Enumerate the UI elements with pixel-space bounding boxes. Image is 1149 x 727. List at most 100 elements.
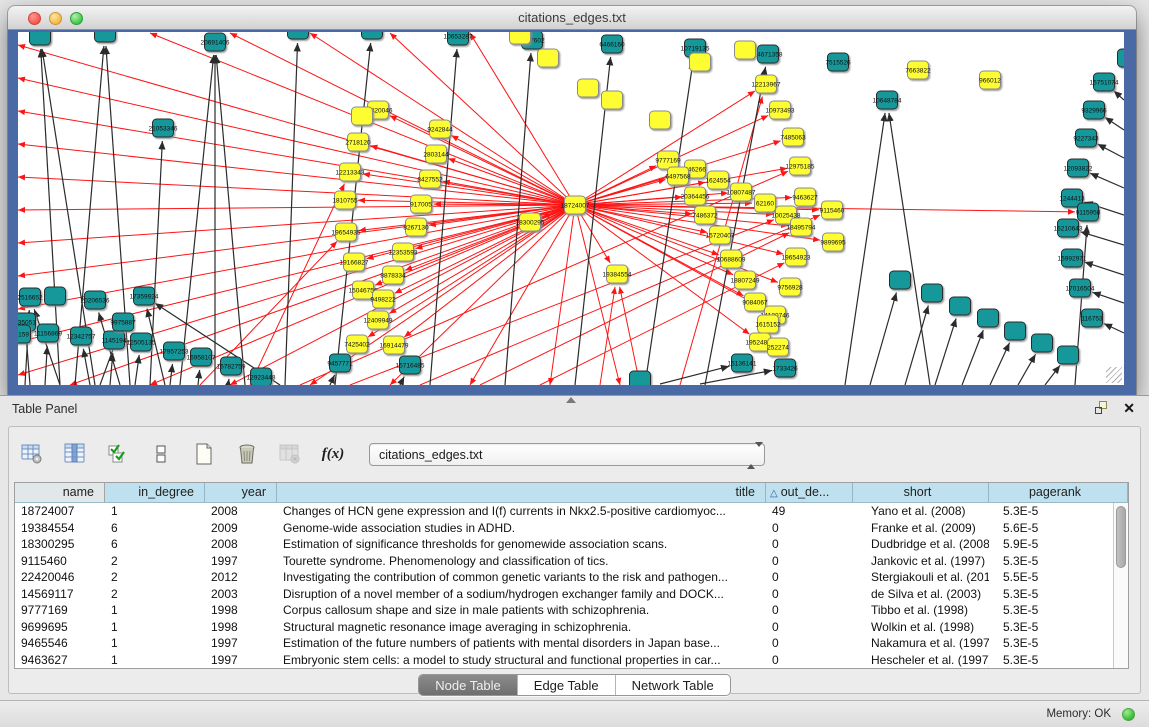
function-builder-icon[interactable]: f(x) <box>318 439 348 469</box>
graph-node[interactable] <box>1032 334 1053 352</box>
graph-node[interactable]: 7485063 <box>780 128 806 146</box>
table-cell[interactable]: 5.3E-5 <box>989 619 1113 636</box>
graph-node[interactable]: 9777169 <box>655 151 681 169</box>
table-row[interactable]: 969969511998Structural magnetic resonanc… <box>15 619 1113 636</box>
graph-node[interactable]: 7425402 <box>344 335 370 353</box>
table-cell[interactable]: 19384554 <box>15 520 105 537</box>
close-window-icon[interactable] <box>28 12 41 25</box>
table-cell[interactable]: 2 <box>105 569 205 586</box>
graph-node[interactable]: 6497568 <box>665 167 691 185</box>
column-header-short[interactable]: short <box>853 483 989 502</box>
table-cell[interactable]: 14569117 <box>15 586 105 603</box>
graph-edge[interactable] <box>889 113 930 385</box>
graph-node[interactable]: 9899695 <box>820 233 846 251</box>
table-row[interactable]: 1456911722003Disruption of a novel membe… <box>15 586 1113 603</box>
table-cell[interactable]: 5.3E-5 <box>989 553 1113 570</box>
graph-node[interactable]: 7486372 <box>692 206 718 224</box>
table-cell[interactable]: Tourette syndrome. Phenomenology and cla… <box>277 553 766 570</box>
table-cell[interactable]: de Silva et al. (2003) <box>853 586 989 603</box>
graph-node[interactable] <box>45 287 66 305</box>
vertical-scrollbar[interactable] <box>1113 503 1128 668</box>
graph-node[interactable]: 9115460 <box>820 201 845 219</box>
graph-node[interactable]: 16210643 <box>1054 219 1083 237</box>
new-column-icon[interactable] <box>189 439 219 469</box>
table-mode-icon[interactable] <box>17 439 47 469</box>
graph-node[interactable]: 12213967 <box>752 75 781 93</box>
graph-node[interactable]: 6466160 <box>599 35 625 53</box>
table-cell[interactable]: 1 <box>105 503 205 520</box>
table-cell[interactable]: 9115460 <box>15 553 105 570</box>
graph-node[interactable] <box>950 297 971 315</box>
graph-edge[interactable] <box>1104 324 1124 333</box>
graph-node[interactable]: 7515526 <box>825 53 851 71</box>
graph-node[interactable]: 10688609 <box>717 250 746 268</box>
table-cell[interactable]: 2008 <box>205 503 277 520</box>
table-row[interactable]: 946362711997Embryonic stem cells: a mode… <box>15 652 1113 669</box>
graph-edge[interactable] <box>845 113 885 385</box>
graph-edge[interactable] <box>198 370 200 385</box>
window-titlebar[interactable]: citations_edges.txt <box>8 6 1136 30</box>
table-cell[interactable]: Jankovic et al. (1997) <box>853 553 989 570</box>
graph-node[interactable] <box>288 32 309 39</box>
graph-node[interactable]: 16958107 <box>187 348 216 366</box>
table-cell[interactable]: 2012 <box>205 569 277 586</box>
graph-edge[interactable] <box>905 305 928 385</box>
graph-edge[interactable] <box>216 55 245 385</box>
table-cell[interactable]: Structural magnetic resonance image aver… <box>277 619 766 636</box>
graph-node[interactable] <box>630 371 651 385</box>
graph-node[interactable] <box>690 53 711 71</box>
table-cell[interactable]: 2 <box>105 553 205 570</box>
column-header-pagerank[interactable]: pagerank <box>989 483 1128 502</box>
graph-edge[interactable] <box>170 364 172 385</box>
table-cell[interactable]: 18300295 <box>15 536 105 553</box>
graph-node[interactable] <box>1005 322 1026 340</box>
table-cell[interactable]: 2 <box>105 586 205 603</box>
graph-edge[interactable] <box>230 210 565 385</box>
graph-node[interactable]: 12923448 <box>247 368 276 385</box>
table-cell[interactable]: Hescheler et al. (1997) <box>853 652 989 669</box>
graph-node[interactable]: 2803144 <box>423 145 449 163</box>
graph-node[interactable]: 12342757 <box>67 327 96 345</box>
graph-node[interactable]: 15992971 <box>1058 249 1087 267</box>
graph-node[interactable]: 2718120 <box>345 133 371 151</box>
graph-node[interactable]: 9463627 <box>792 188 818 206</box>
table-cell[interactable]: Nakamura et al. (1997) <box>853 635 989 652</box>
graph-edge[interactable] <box>600 287 615 385</box>
graph-node[interactable]: 12093822 <box>1064 159 1093 177</box>
table-cell[interactable]: 1997 <box>205 553 277 570</box>
graph-node[interactable]: 18300295 <box>516 213 545 231</box>
graph-node[interactable]: 1615152 <box>755 315 781 333</box>
graph-node[interactable] <box>352 107 373 125</box>
table-cell[interactable]: 18724007 <box>15 503 105 520</box>
table-cell[interactable]: 0 <box>766 602 853 619</box>
table-cell[interactable]: 5.3E-5 <box>989 602 1113 619</box>
table-cell[interactable]: Disruption of a novel member of a sodium… <box>277 586 766 603</box>
table-cell[interactable]: 9465546 <box>15 635 105 652</box>
graph-node[interactable] <box>602 91 623 109</box>
table-cell[interactable]: 5.6E-5 <box>989 520 1113 537</box>
table-cell[interactable]: Changes of HCN gene expression and I(f) … <box>277 503 766 520</box>
column-header-name[interactable]: name <box>15 483 105 502</box>
graph-node[interactable]: 9975887 <box>110 313 136 331</box>
table-cell[interactable]: 2008 <box>205 536 277 553</box>
float-window-icon[interactable] <box>1095 401 1109 415</box>
graph-node[interactable]: 15720407 <box>706 226 735 244</box>
column-header-year[interactable]: year <box>205 483 277 502</box>
graph-node[interactable]: 15136141 <box>728 354 757 372</box>
graph-node[interactable]: 62160 <box>755 194 776 212</box>
table-cell[interactable]: Tibbo et al. (1998) <box>853 602 989 619</box>
graph-edge[interactable] <box>1018 354 1036 385</box>
graph-node[interactable]: 8878334 <box>380 266 406 284</box>
network-canvas-svg[interactable]: 2069140610653287152760264661601071913514… <box>18 32 1124 385</box>
graph-node[interactable] <box>890 271 911 289</box>
graph-edge[interactable] <box>285 43 298 385</box>
tab-node-table[interactable]: Node Table <box>419 675 518 695</box>
table-selector-dropdown[interactable]: citations_edges.txt <box>369 443 765 466</box>
graph-node[interactable] <box>578 79 599 97</box>
graph-node[interactable]: 15751074 <box>1090 73 1119 91</box>
graph-node[interactable]: 19654923 <box>782 248 811 266</box>
graph-node[interactable]: 17957253 <box>160 342 189 360</box>
graph-node[interactable]: 1624554 <box>705 171 731 189</box>
memory-status-icon[interactable] <box>1122 708 1135 721</box>
graph-edge[interactable] <box>400 377 404 385</box>
